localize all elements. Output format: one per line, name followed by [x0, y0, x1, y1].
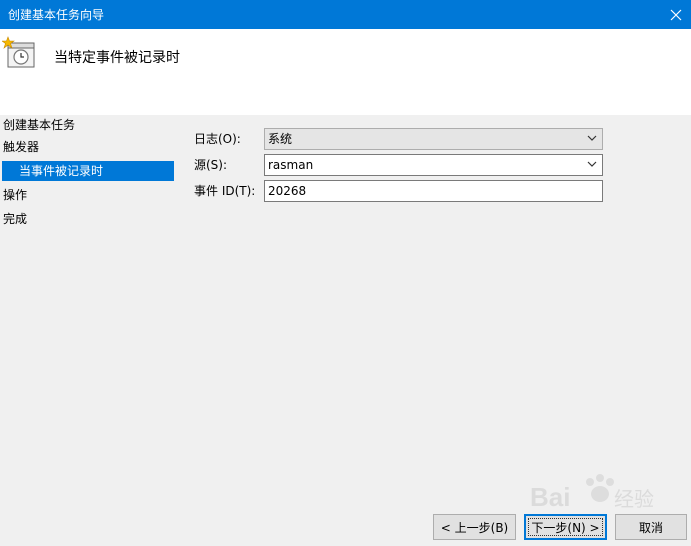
close-icon [670, 9, 682, 20]
sidebar-item-create-task[interactable]: 创建基本任务 [3, 115, 75, 135]
back-button[interactable]: < 上一步(B) [433, 514, 516, 540]
sidebar-item-event-logged[interactable]: 当事件被记录时 [2, 161, 174, 181]
source-select[interactable]: rasman [264, 154, 603, 176]
source-label: 源(S): [194, 158, 228, 172]
log-select-value: 系统 [268, 132, 293, 146]
event-id-input[interactable]: 20268 [264, 180, 603, 202]
wizard-header: 当特定事件被记录时 [0, 29, 691, 115]
sidebar-item-trigger[interactable]: 触发器 [3, 137, 39, 157]
page-title: 当特定事件被记录时 [54, 50, 180, 66]
event-id-label: 事件 ID(T): [194, 184, 256, 198]
log-select[interactable]: 系统 [264, 128, 603, 150]
window-title: 创建基本任务向导 [8, 8, 105, 22]
watermark-logo: Bai 经验 [530, 474, 654, 512]
sidebar-item-finish[interactable]: 完成 [3, 209, 27, 229]
chevron-down-icon [587, 161, 597, 167]
title-bar: 创建基本任务向导 [0, 0, 691, 29]
task-clock-icon [2, 36, 35, 68]
log-label: 日志(O): [194, 132, 241, 146]
svg-text:Bai: Bai [530, 482, 570, 512]
source-select-value: rasman [268, 158, 314, 172]
sidebar-item-action[interactable]: 操作 [3, 185, 27, 205]
cancel-button[interactable]: 取消 [615, 514, 687, 540]
close-button[interactable] [661, 0, 691, 29]
event-id-value: 20268 [268, 184, 307, 198]
svg-text:经验: 经验 [614, 488, 654, 511]
next-button[interactable]: 下一步(N) > [524, 514, 607, 540]
chevron-down-icon [587, 135, 597, 141]
